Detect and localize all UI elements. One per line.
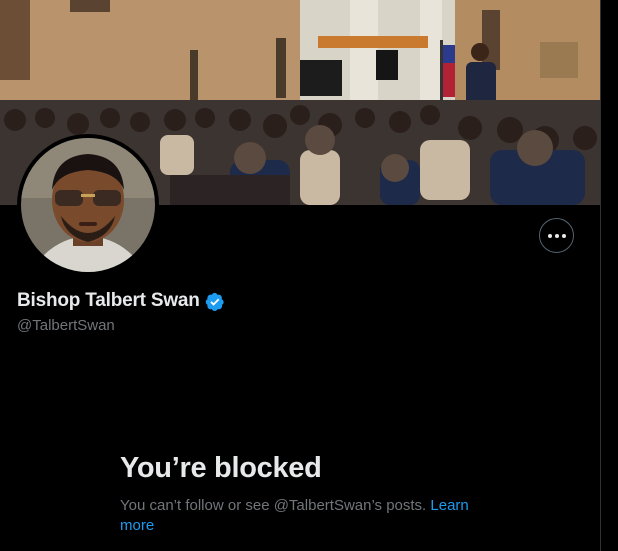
blocked-heading: You’re blocked (120, 452, 322, 484)
display-name: Bishop Talbert Swan (17, 290, 200, 311)
scrollbar-track[interactable] (600, 0, 618, 551)
profile-page: Bishop Talbert Swan @TalbertSwan You’re … (0, 0, 618, 551)
verified-badge-icon[interactable] (205, 292, 225, 312)
profile-name-row: Bishop Talbert Swan (17, 290, 225, 312)
blocked-message-text: You can’t follow or see @TalbertSwan’s p… (120, 497, 427, 514)
more-options-button[interactable] (539, 218, 574, 253)
more-horizontal-icon (547, 233, 566, 238)
profile-handle: @TalbertSwan (17, 317, 115, 334)
blocked-message: You can’t follow or see @TalbertSwan’s p… (120, 496, 500, 536)
profile-avatar[interactable] (17, 134, 159, 276)
avatar-photo (21, 138, 155, 272)
